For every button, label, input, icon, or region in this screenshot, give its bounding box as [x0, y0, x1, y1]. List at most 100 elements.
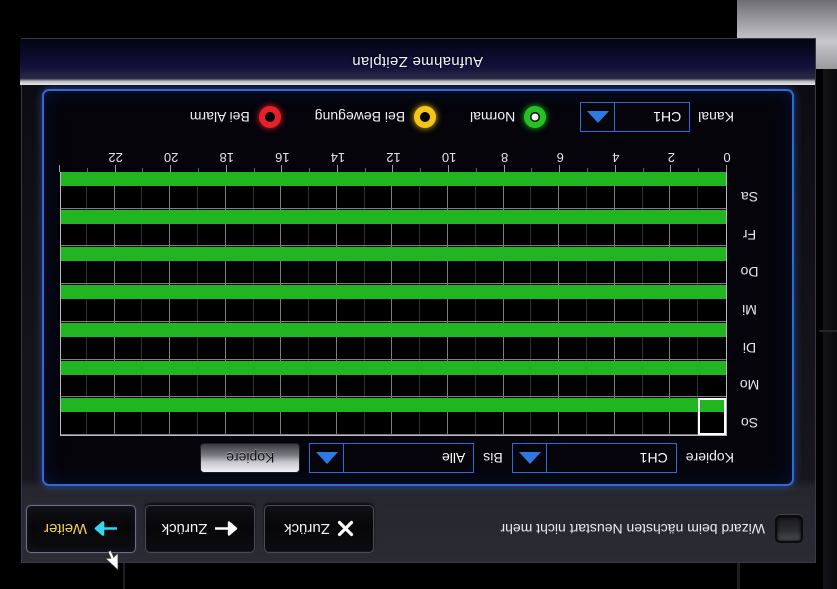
- hour-tick: [670, 165, 672, 172]
- channel-label: Kanal: [698, 109, 734, 125]
- schedule-band-fr[interactable]: [60, 209, 726, 224]
- next-button[interactable]: Weiter: [26, 505, 136, 553]
- hour-tick-label: 16: [275, 150, 290, 165]
- screen-root: Wizard beim nächsten Neustart nicht mehr…: [0, 0, 837, 589]
- hour-tick-label: 6: [556, 150, 564, 165]
- schedule-band-do[interactable]: [60, 247, 726, 262]
- hour-tick: [309, 168, 311, 172]
- page-title: Aufnahme Zeitplan: [352, 53, 484, 71]
- dialog-titlebar: Aufnahme Zeitplan: [20, 39, 815, 85]
- day-label-di: Di: [742, 339, 757, 356]
- legend-row: Kanal CH1 Normal Bei Bewegung Bei Alarm: [40, 97, 792, 137]
- wizard-disable-checkbox-row[interactable]: Wizard beim nächsten Neustart nicht mehr: [374, 515, 803, 543]
- combo-separator: [545, 444, 547, 472]
- hour-tick: [448, 165, 450, 172]
- hour-tick: [225, 165, 227, 172]
- back-button-label: Zurück: [161, 520, 208, 538]
- hour-tick: [614, 165, 616, 172]
- desktop-notch: [1, 0, 741, 29]
- copy-target-channel-value: Alle: [441, 450, 466, 466]
- desktop-left-rail: [823, 0, 837, 589]
- channel-select-value: CH1: [653, 109, 682, 125]
- legend-dot-normal-icon: [524, 106, 547, 128]
- channel-select[interactable]: CH1: [580, 102, 691, 132]
- hour-tick: [587, 168, 589, 172]
- copy-to-label: Bis: [483, 450, 503, 466]
- legend-dot-selected-marker: [531, 113, 539, 121]
- chevron-up-icon[interactable]: [316, 452, 339, 464]
- day-axis-labels: So Mo Di Mi Do Fr Sa: [727, 172, 772, 436]
- desktop-divider-mid: [819, 330, 837, 332]
- hour-tick-label: 10: [441, 150, 457, 165]
- grid-row-separator: [61, 320, 726, 322]
- hour-tick: [170, 165, 172, 172]
- arrow-right-icon: [94, 521, 118, 537]
- legend-item-motion[interactable]: Bei Bewegung: [315, 106, 437, 128]
- hour-tick: [86, 168, 88, 172]
- hour-tick-label: 8: [501, 150, 509, 165]
- schedule-grid-area: So Mo Di Mi Do Fr Sa 0 2 4 6 8 10 12 14 16 18 20 22: [59, 146, 772, 436]
- grid-row-separator: [61, 396, 726, 398]
- schedule-band-mi[interactable]: [60, 285, 726, 300]
- cancel-button[interactable]: Zurück: [264, 505, 374, 553]
- schedule-band-di[interactable]: [60, 322, 726, 337]
- schedule-grid[interactable]: [60, 172, 727, 436]
- arrow-left-icon: [214, 521, 238, 537]
- hour-tick: [698, 168, 700, 172]
- close-x-icon: [337, 521, 354, 538]
- legend-item-normal[interactable]: Normal: [470, 106, 547, 128]
- copy-source-channel-select[interactable]: CH1: [511, 443, 677, 473]
- schedule-band-mo[interactable]: [60, 360, 726, 375]
- hour-tick-label: 2: [667, 150, 676, 165]
- combo-separator: [343, 444, 345, 472]
- next-button-label: Weiter: [43, 520, 88, 538]
- hour-tick: [531, 168, 533, 172]
- cancel-button-label: Zurück: [284, 520, 330, 538]
- copy-button[interactable]: Kopiere: [200, 443, 301, 473]
- grid-selection-cursor[interactable]: [698, 398, 726, 436]
- day-label-sa: Sa: [740, 188, 759, 205]
- hour-tick-label: 12: [386, 150, 401, 165]
- hour-tick: [726, 165, 727, 172]
- dialog-toolbar: Wizard beim nächsten Neustart nicht mehr…: [20, 496, 815, 562]
- hour-tick: [253, 168, 255, 172]
- hour-tick-label: 22: [108, 150, 123, 165]
- schedule-band-sa[interactable]: [60, 172, 726, 186]
- wizard-disable-label: Wizard beim nächsten Neustart nicht mehr: [500, 521, 765, 537]
- day-label-fr: Fr: [742, 226, 757, 243]
- schedule-band-so[interactable]: [60, 398, 726, 413]
- grid-row-separator: [61, 207, 726, 209]
- hour-tick-label: 20: [163, 150, 179, 165]
- hour-tick-label: 4: [612, 150, 620, 165]
- hour-tick: [503, 165, 505, 172]
- hour-tick-label: 0: [723, 150, 731, 165]
- back-button[interactable]: Zurück: [145, 505, 255, 553]
- schedule-panel: Kopiere CH1 Bis Alle Kopiere So Mo Di Mi…: [42, 89, 794, 486]
- hour-tick: [281, 165, 283, 172]
- day-label-do: Do: [740, 264, 759, 281]
- hour-tick: [420, 168, 422, 172]
- chevron-up-icon[interactable]: [587, 111, 610, 123]
- wizard-disable-checkbox[interactable]: [775, 515, 803, 543]
- copy-label: Kopiere: [685, 450, 734, 466]
- grid-row-separator: [61, 358, 726, 360]
- hour-tick: [642, 168, 644, 172]
- combo-separator: [614, 103, 616, 131]
- grid-row-separator: [61, 434, 726, 435]
- grid-row-separator: [61, 245, 726, 247]
- hour-tick: [114, 165, 116, 172]
- desktop-divider-right: [123, 559, 125, 589]
- copy-button-label: Kopiere: [226, 450, 275, 466]
- copy-source-channel-value: CH1: [639, 450, 668, 466]
- day-label-mi: Mi: [742, 302, 757, 318]
- hour-tick: [336, 165, 338, 172]
- copy-target-channel-select[interactable]: Alle: [309, 443, 475, 473]
- legend-label-alarm: Bei Alarm: [189, 109, 250, 125]
- record-schedule-dialog: Wizard beim nächsten Neustart nicht mehr…: [20, 38, 816, 563]
- hour-tick: [392, 165, 394, 172]
- chevron-up-icon[interactable]: [518, 452, 541, 464]
- hour-tick-label: 14: [330, 150, 346, 165]
- day-label-so: So: [740, 415, 759, 432]
- legend-item-alarm[interactable]: Bei Alarm: [190, 106, 281, 128]
- day-label-mo: Mo: [739, 377, 760, 394]
